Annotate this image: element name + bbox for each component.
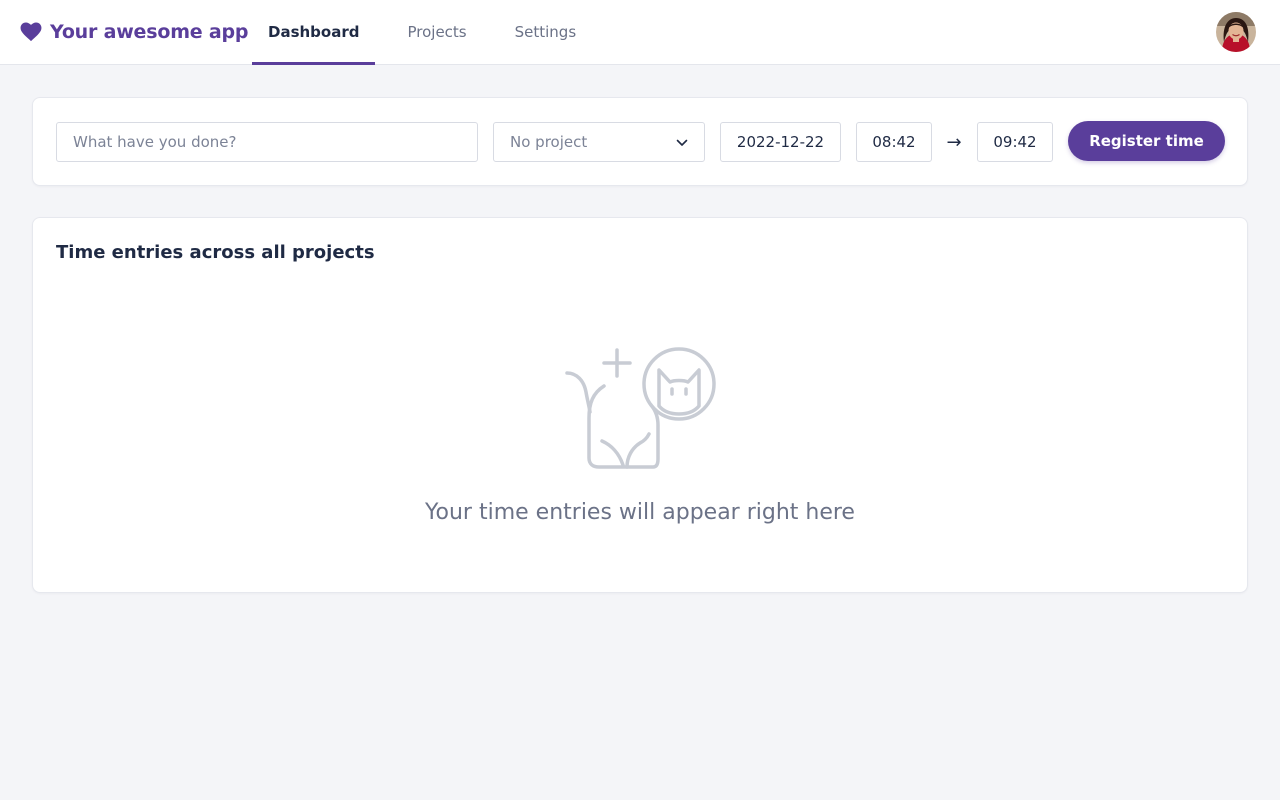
time-entry-form: No project → Register time [32, 97, 1248, 186]
avatar-image [1216, 12, 1256, 52]
app-name: Your awesome app [50, 21, 249, 43]
date-field[interactable] [720, 122, 841, 162]
top-navigation-bar: Your awesome app Dashboard Projects Sett… [0, 0, 1280, 65]
description-input[interactable] [57, 123, 477, 161]
time-entries-panel: Time entries across all projects Your ti… [32, 217, 1248, 593]
tab-projects[interactable]: Projects [391, 0, 482, 64]
user-avatar[interactable] [1216, 12, 1256, 52]
arrow-right-icon: → [946, 131, 962, 153]
tab-settings[interactable]: Settings [499, 0, 593, 64]
description-field[interactable] [56, 122, 478, 162]
app-brand[interactable]: Your awesome app [20, 18, 249, 46]
chevron-down-icon [676, 133, 688, 151]
start-time-field[interactable] [856, 122, 932, 162]
project-select-value: No project [510, 133, 588, 151]
tab-dashboard[interactable]: Dashboard [252, 0, 376, 65]
start-time-input[interactable] [857, 123, 931, 161]
heart-icon [20, 21, 42, 43]
end-time-field[interactable] [977, 122, 1053, 162]
register-time-button[interactable]: Register time [1068, 121, 1225, 161]
cat-add-icon [563, 346, 718, 470]
empty-state-message: Your time entries will appear right here [425, 500, 855, 525]
project-select[interactable]: No project [493, 122, 705, 162]
date-input[interactable] [721, 123, 840, 161]
time-entries-title: Time entries across all projects [56, 242, 375, 263]
end-time-input[interactable] [978, 123, 1052, 161]
main-nav: Dashboard Projects Settings [252, 0, 593, 65]
